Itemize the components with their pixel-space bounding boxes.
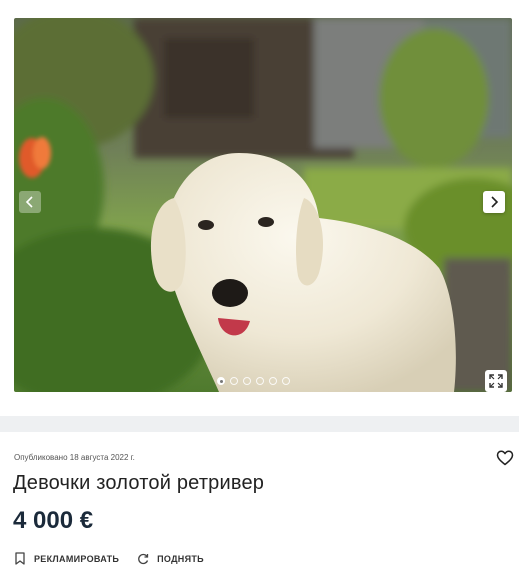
listing-price: 4 000 € (13, 507, 94, 534)
slide-dot-5[interactable] (269, 377, 277, 385)
favorite-button[interactable] (496, 449, 514, 467)
listing-photo (14, 18, 512, 392)
refresh-icon (138, 553, 149, 564)
next-photo-button[interactable] (483, 191, 505, 213)
slide-dot-2[interactable] (230, 377, 238, 385)
heart-icon (496, 450, 514, 466)
previous-photo-button[interactable] (19, 191, 41, 213)
raise-label: ПОДНЯТЬ (157, 553, 204, 564)
slide-dot-4[interactable] (256, 377, 264, 385)
promote-button[interactable]: РЕКЛАМИРОВАТЬ (14, 552, 119, 565)
slide-dot-6[interactable] (282, 377, 290, 385)
section-divider (0, 416, 519, 432)
slide-dot-3[interactable] (243, 377, 251, 385)
bookmark-icon (15, 552, 25, 565)
published-date: Опубликовано 18 августа 2022 г. (14, 453, 135, 462)
chevron-right-icon (491, 196, 499, 208)
listing-actions: РЕКЛАМИРОВАТЬ ПОДНЯТЬ (14, 552, 222, 565)
fullscreen-button[interactable] (485, 370, 507, 392)
listing-title: Девочки золотой ретривер (13, 472, 265, 494)
slide-dot-1[interactable] (217, 377, 225, 385)
expand-icon (489, 374, 503, 388)
slide-indicator (217, 377, 290, 385)
raise-button[interactable]: ПОДНЯТЬ (137, 553, 204, 565)
promote-label: РЕКЛАМИРОВАТЬ (34, 553, 120, 564)
photo-gallery[interactable] (14, 18, 512, 392)
chevron-left-icon (25, 196, 33, 208)
